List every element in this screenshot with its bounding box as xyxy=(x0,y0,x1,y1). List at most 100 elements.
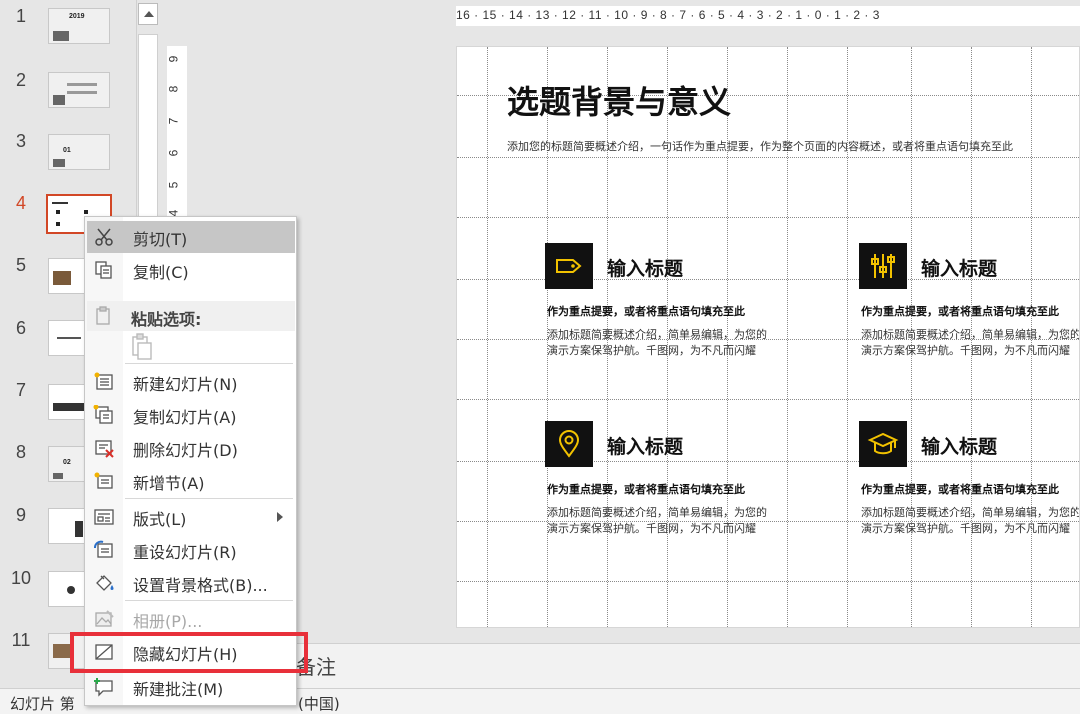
menu-item-photo-album: 相册(P)... xyxy=(87,603,295,635)
menu-label: 复制(C) xyxy=(133,263,189,282)
menu-item-cut[interactable]: 剪切(T) xyxy=(87,221,295,253)
paint-bucket-icon xyxy=(93,573,115,593)
grid-line xyxy=(847,47,848,627)
menu-item-copy[interactable]: 复制(C) xyxy=(87,254,295,286)
scroll-up-button[interactable] xyxy=(138,3,158,25)
thumbnail-number: 5 xyxy=(15,255,26,275)
graduation-cap-icon xyxy=(859,421,907,467)
menu-item-format-background[interactable]: 设置背景格式(B)... xyxy=(87,567,295,599)
notes-pane[interactable]: 备注 xyxy=(160,643,1080,688)
delete-slide-icon xyxy=(93,438,115,458)
menu-label: 复制幻灯片(A) xyxy=(133,408,237,427)
hide-slide-icon xyxy=(93,642,115,662)
menu-label: 新建批注(M) xyxy=(133,680,224,699)
menu-label: 重设幻灯片(R) xyxy=(133,543,237,562)
scissors-icon xyxy=(93,227,115,247)
card-emphasis: 作为重点提要，或者将重点语句填充至此 xyxy=(547,305,745,318)
tag-icon xyxy=(545,243,593,289)
vertical-ruler-label: 7 xyxy=(166,117,181,125)
menu-separator xyxy=(125,498,293,499)
card-body: 添加标题简要概述介绍，简单易编辑，为您的演示方案保驾护航。千图网，为不凡而闪耀 xyxy=(861,328,1080,357)
card-emphasis: 作为重点提要，或者将重点语句填充至此 xyxy=(861,305,1059,318)
thumbnail-number: 8 xyxy=(15,442,26,462)
add-section-icon xyxy=(93,471,115,491)
menu-separator xyxy=(125,363,293,364)
card-body: 添加标题简要概述介绍，简单易编辑，为您的演示方案保驾护航。千图网，为不凡而闪耀 xyxy=(547,328,767,357)
vertical-ruler-label: 5 xyxy=(166,181,181,189)
menu-item-new-slide[interactable]: 新建幻灯片(N) xyxy=(87,366,295,398)
layout-icon xyxy=(93,507,115,527)
grid-line xyxy=(787,47,788,627)
thumbnail-text: 02 xyxy=(63,459,71,466)
menu-label: 删除幻灯片(D) xyxy=(133,441,238,460)
new-slide-icon xyxy=(93,372,115,392)
thumbnail-number: 3 xyxy=(15,131,26,151)
menu-item-layout[interactable]: 版式(L) xyxy=(87,501,295,533)
thumbnail-number: 7 xyxy=(15,380,26,400)
vertical-ruler-label: 9 xyxy=(166,55,181,63)
menu-label: 相册(P)... xyxy=(133,612,203,631)
reset-slide-icon xyxy=(93,540,115,560)
card-title: 输入标题 xyxy=(921,436,998,458)
horizontal-ruler-labels: 16 · 15 · 14 · 13 · 12 · 11 · 10 · 9 · 8… xyxy=(456,8,880,22)
menu-item-reset-slide[interactable]: 重设幻灯片(R) xyxy=(87,534,295,566)
thumbnail-number: 2 xyxy=(15,70,26,90)
thumbnail-number: 11 xyxy=(11,630,31,650)
thumbnail-number: 1 xyxy=(15,6,26,26)
sliders-icon xyxy=(859,243,907,289)
thumbnail-number: 9 xyxy=(15,505,26,525)
menu-item-duplicate-slide[interactable]: 复制幻灯片(A) xyxy=(87,399,295,431)
language-indicator[interactable]: (中国) xyxy=(298,693,340,714)
vertical-ruler: 9 8 7 6 5 4 xyxy=(166,46,187,222)
grid-line xyxy=(457,217,1079,218)
thumbnail-text: 01 xyxy=(63,147,71,154)
thumbnail-number: 10 xyxy=(10,568,32,588)
card-emphasis: 作为重点提要，或者将重点语句填充至此 xyxy=(861,483,1059,496)
slide-info: 幻灯片 第 xyxy=(10,695,75,713)
menu-item-add-section[interactable]: 新增节(A) xyxy=(87,465,295,497)
menu-label: 设置背景格式(B)... xyxy=(133,576,268,595)
clipboard-icon xyxy=(93,306,115,326)
context-menu: 剪切(T) 复制(C) 粘贴选项: 新建幻灯片(N) 复制幻灯片(A) 删除幻灯… xyxy=(84,216,297,706)
slide-title[interactable]: 选题背景与意义 xyxy=(507,77,731,123)
card-emphasis: 作为重点提要，或者将重点语句填充至此 xyxy=(547,483,745,496)
card-title: 输入标题 xyxy=(607,258,684,280)
slide-canvas[interactable]: 选题背景与意义 添加您的标题简要概述介绍，一句话作为重点提要，作为整个页面的内容… xyxy=(456,46,1080,628)
thumbnail-number: 6 xyxy=(15,318,26,338)
menu-separator xyxy=(125,600,293,601)
paste-icon xyxy=(129,333,157,361)
photo-album-icon xyxy=(93,609,115,629)
menu-label: 剪切(T) xyxy=(133,230,188,249)
comment-icon xyxy=(93,677,115,697)
menu-item-hide-slide[interactable]: 隐藏幻灯片(H) xyxy=(87,636,295,668)
menu-label: 版式(L) xyxy=(133,510,187,529)
location-pin-icon xyxy=(545,421,593,467)
slide-subtitle[interactable]: 添加您的标题简要概述介绍，一句话作为重点提要，作为整个页面的内容概述，或者将重点… xyxy=(507,138,1013,154)
slide-thumbnail-3[interactable]: 01 xyxy=(48,134,110,170)
grid-line xyxy=(487,47,488,627)
slide-thumbnail-1[interactable]: 2019 xyxy=(48,8,110,44)
vertical-ruler-label: 6 xyxy=(166,149,181,157)
horizontal-ruler: 16 · 15 · 14 · 13 · 12 · 11 · 10 · 9 · 8… xyxy=(456,6,1080,26)
card-title: 输入标题 xyxy=(921,258,998,280)
card-body: 添加标题简要概述介绍，简单易编辑，为您的演示方案保驾护航。千图网，为不凡而闪耀 xyxy=(547,506,767,535)
grid-line xyxy=(457,157,1079,158)
menu-label: 新增节(A) xyxy=(133,474,205,493)
grid-line xyxy=(457,581,1079,582)
paste-keep-formatting-button[interactable] xyxy=(87,329,295,363)
copy-icon xyxy=(93,260,115,280)
menu-label: 隐藏幻灯片(H) xyxy=(133,645,238,664)
thumbnail-text: 2019 xyxy=(69,13,85,20)
vertical-ruler-label: 8 xyxy=(166,85,181,93)
menu-item-delete-slide[interactable]: 删除幻灯片(D) xyxy=(87,432,295,464)
slide-thumbnail-2[interactable] xyxy=(48,72,110,108)
paste-options-header: 粘贴选项: xyxy=(87,301,295,331)
menu-label: 新建幻灯片(N) xyxy=(133,375,238,394)
grid-line xyxy=(457,399,1079,400)
notes-label: 备注 xyxy=(296,655,336,679)
menu-item-new-comment[interactable]: 新建批注(M) xyxy=(87,671,295,703)
thumbnail-number: 4 xyxy=(15,193,26,213)
paste-options-label: 粘贴选项: xyxy=(131,310,202,329)
card-title: 输入标题 xyxy=(607,436,684,458)
card-body: 添加标题简要概述介绍，简单易编辑，为您的演示方案保驾护航。千图网，为不凡而闪耀 xyxy=(861,506,1080,535)
